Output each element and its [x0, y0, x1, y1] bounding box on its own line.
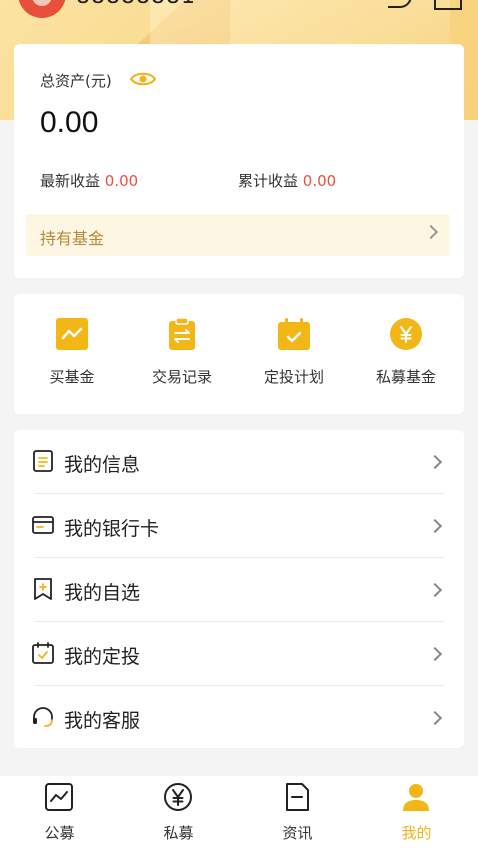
- menu-item-watchlist[interactable]: 我的自选: [14, 558, 464, 622]
- menu-item-label: 我的信息: [64, 454, 141, 476]
- shortcuts-card: 买基金 交易记录 定投计划 私募基金: [14, 294, 464, 414]
- menu-item-label: 我的客服: [64, 710, 141, 732]
- shortcut-buy-fund[interactable]: 买基金: [22, 316, 122, 396]
- holdings-row[interactable]: 持有基金: [26, 214, 450, 256]
- shortcut-transactions[interactable]: 交易记录: [132, 316, 232, 396]
- menu-item-label: 我的银行卡: [64, 518, 160, 540]
- chevron-right-icon: [423, 224, 439, 240]
- chevron-right-icon: [427, 582, 443, 598]
- yen-circle-icon: [164, 783, 192, 811]
- top-actions: [372, 0, 462, 14]
- tab-label: 我的: [401, 824, 432, 842]
- user-icon: [403, 784, 429, 811]
- holdings-label: 持有基金: [40, 229, 105, 248]
- shortcut-private-fund[interactable]: 私募基金: [356, 316, 456, 396]
- shortcut-label: 买基金: [49, 368, 95, 386]
- calendar-check-icon: [278, 318, 310, 350]
- total-assets-label: 总资产(元): [40, 72, 112, 90]
- message-icon[interactable]: [434, 0, 462, 10]
- chevron-right-icon: [427, 454, 443, 470]
- bookmark-plus-icon: [34, 578, 52, 600]
- avatar[interactable]: [18, 0, 66, 18]
- news-icon: [286, 783, 309, 811]
- headset-icon: [33, 707, 53, 727]
- chevron-right-icon: [427, 710, 443, 726]
- tab-label: 私募: [163, 824, 194, 842]
- chevron-right-icon: [427, 646, 443, 662]
- shortcut-sip-plan[interactable]: 定投计划: [244, 316, 344, 396]
- assets-card: 总资产(元) 0.00 最新收益 0.00 累计收益 0.00 持有基金: [14, 44, 464, 278]
- top-bar: 88888881: [0, 0, 478, 20]
- latest-earnings: 最新收益 0.00: [40, 170, 138, 191]
- username: 88888881: [76, 0, 196, 9]
- calendar-icon: [32, 642, 54, 664]
- tab-public-funds[interactable]: 公募: [0, 782, 119, 846]
- shortcut-label: 定投计划: [263, 368, 324, 386]
- tab-private-funds[interactable]: 私募: [119, 782, 238, 846]
- latest-earnings-label: 最新收益: [40, 172, 101, 190]
- cumulative-earnings: 累计收益 0.00: [238, 170, 336, 191]
- clipboard-icon: [169, 318, 195, 350]
- eye-icon[interactable]: [130, 71, 156, 87]
- menu-item-customer-service[interactable]: 我的客服: [14, 686, 464, 750]
- menu-item-label: 我的自选: [64, 582, 141, 604]
- settings-icon[interactable]: [388, 0, 412, 8]
- cumulative-earnings-label: 累计收益: [238, 172, 299, 190]
- chevron-right-icon: [427, 518, 443, 534]
- shortcut-label: 私募基金: [375, 368, 436, 386]
- menu-list: 我的信息 我的银行卡 我的自选 我的定投 我的客服: [14, 430, 464, 748]
- tab-mine[interactable]: 我的: [357, 782, 476, 846]
- menu-item-my-info[interactable]: 我的信息: [14, 430, 464, 494]
- tab-label: 公募: [44, 824, 75, 842]
- chart-icon: [45, 783, 73, 811]
- shortcut-label: 交易记录: [151, 368, 212, 386]
- menu-item-sip[interactable]: 我的定投: [14, 622, 464, 686]
- yen-icon: [390, 318, 422, 350]
- card-icon: [32, 516, 54, 534]
- total-assets-value: 0.00: [40, 106, 99, 139]
- latest-earnings-value: 0.00: [104, 172, 139, 190]
- menu-item-bank-card[interactable]: 我的银行卡: [14, 494, 464, 558]
- menu-item-label: 我的定投: [64, 646, 141, 668]
- doc-icon: [33, 450, 53, 472]
- bottom-tab-bar: 公募 私募 资讯 我的: [0, 776, 478, 850]
- cumulative-earnings-value: 0.00: [302, 172, 337, 190]
- tab-news[interactable]: 资讯: [238, 782, 357, 846]
- tab-label: 资讯: [282, 824, 313, 842]
- chart-icon: [56, 318, 88, 350]
